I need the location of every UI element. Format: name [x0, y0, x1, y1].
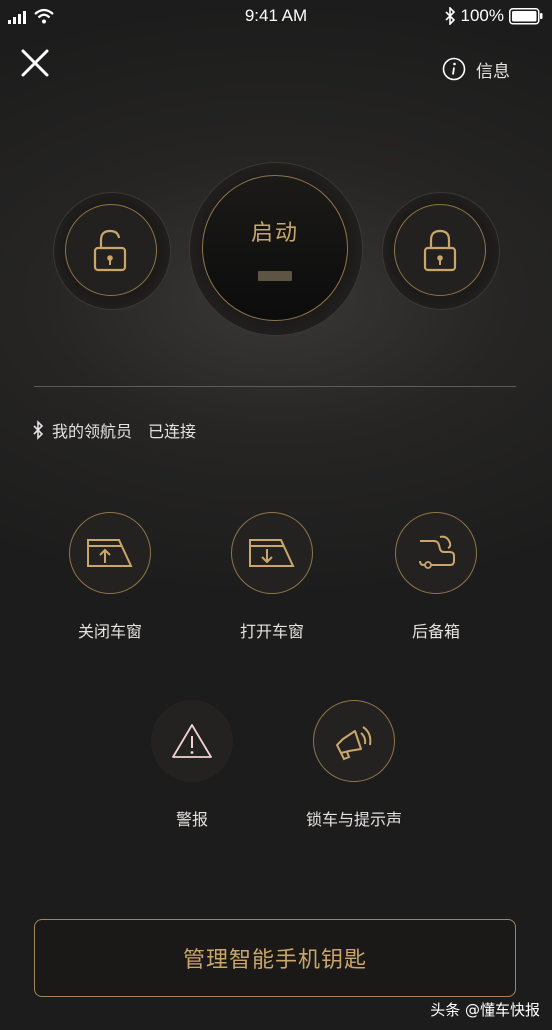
- close-button[interactable]: [18, 46, 52, 80]
- connection-status: 我的领航员 已连接: [32, 418, 196, 442]
- info-icon: [442, 57, 466, 81]
- trunk-control[interactable]: 后备箱: [371, 512, 501, 642]
- trunk-icon: [419, 535, 455, 569]
- start-button[interactable]: 启动: [202, 175, 348, 321]
- window-up-icon: [87, 539, 133, 567]
- close-window-control[interactable]: 关闭车窗: [45, 512, 175, 642]
- lock-button[interactable]: [394, 204, 486, 296]
- battery-icon: [509, 8, 543, 25]
- close-icon: [21, 49, 49, 77]
- battery-percent: 100%: [460, 6, 504, 25]
- open-window-label: 打开车窗: [239, 622, 304, 641]
- trunk-button[interactable]: [395, 512, 477, 594]
- divider: [34, 386, 516, 387]
- start-label: 启动: [250, 221, 299, 246]
- device-name: 我的领航员: [52, 422, 133, 441]
- info-label: 信息: [476, 61, 510, 82]
- lock-sound-label: 锁车与提示声: [305, 810, 402, 829]
- alarm-label: 警报: [175, 810, 208, 829]
- unlock-button[interactable]: [65, 204, 157, 296]
- open-window-control[interactable]: 打开车窗: [207, 512, 337, 642]
- watermark: 头条 @懂车快报: [430, 1001, 540, 1019]
- connection-state: 已连接: [148, 422, 197, 441]
- close-window-label: 关闭车窗: [77, 622, 142, 641]
- unlock-icon: [93, 229, 127, 272]
- close-window-button[interactable]: [69, 512, 151, 594]
- open-window-button[interactable]: [231, 512, 313, 594]
- alarm-control[interactable]: 警报: [127, 700, 257, 830]
- trunk-label: 后备箱: [411, 622, 460, 641]
- horn-icon: [336, 726, 372, 761]
- bluetooth-status-icon: [445, 7, 456, 25]
- manage-smartphone-key-button[interactable]: 管理智能手机钥匙: [34, 919, 516, 997]
- window-down-icon: [249, 539, 295, 567]
- warning-icon: [172, 724, 212, 758]
- lock-icon: [423, 229, 457, 272]
- lock-sound-control[interactable]: 锁车与提示声: [289, 700, 419, 830]
- lock-sound-button[interactable]: [313, 700, 395, 782]
- alarm-button[interactable]: [151, 700, 233, 782]
- start-indicator: [258, 271, 292, 281]
- info-button[interactable]: 信息: [442, 56, 510, 82]
- bluetooth-icon: [33, 420, 44, 440]
- status-bar: 9:41 AM 100%: [0, 0, 552, 32]
